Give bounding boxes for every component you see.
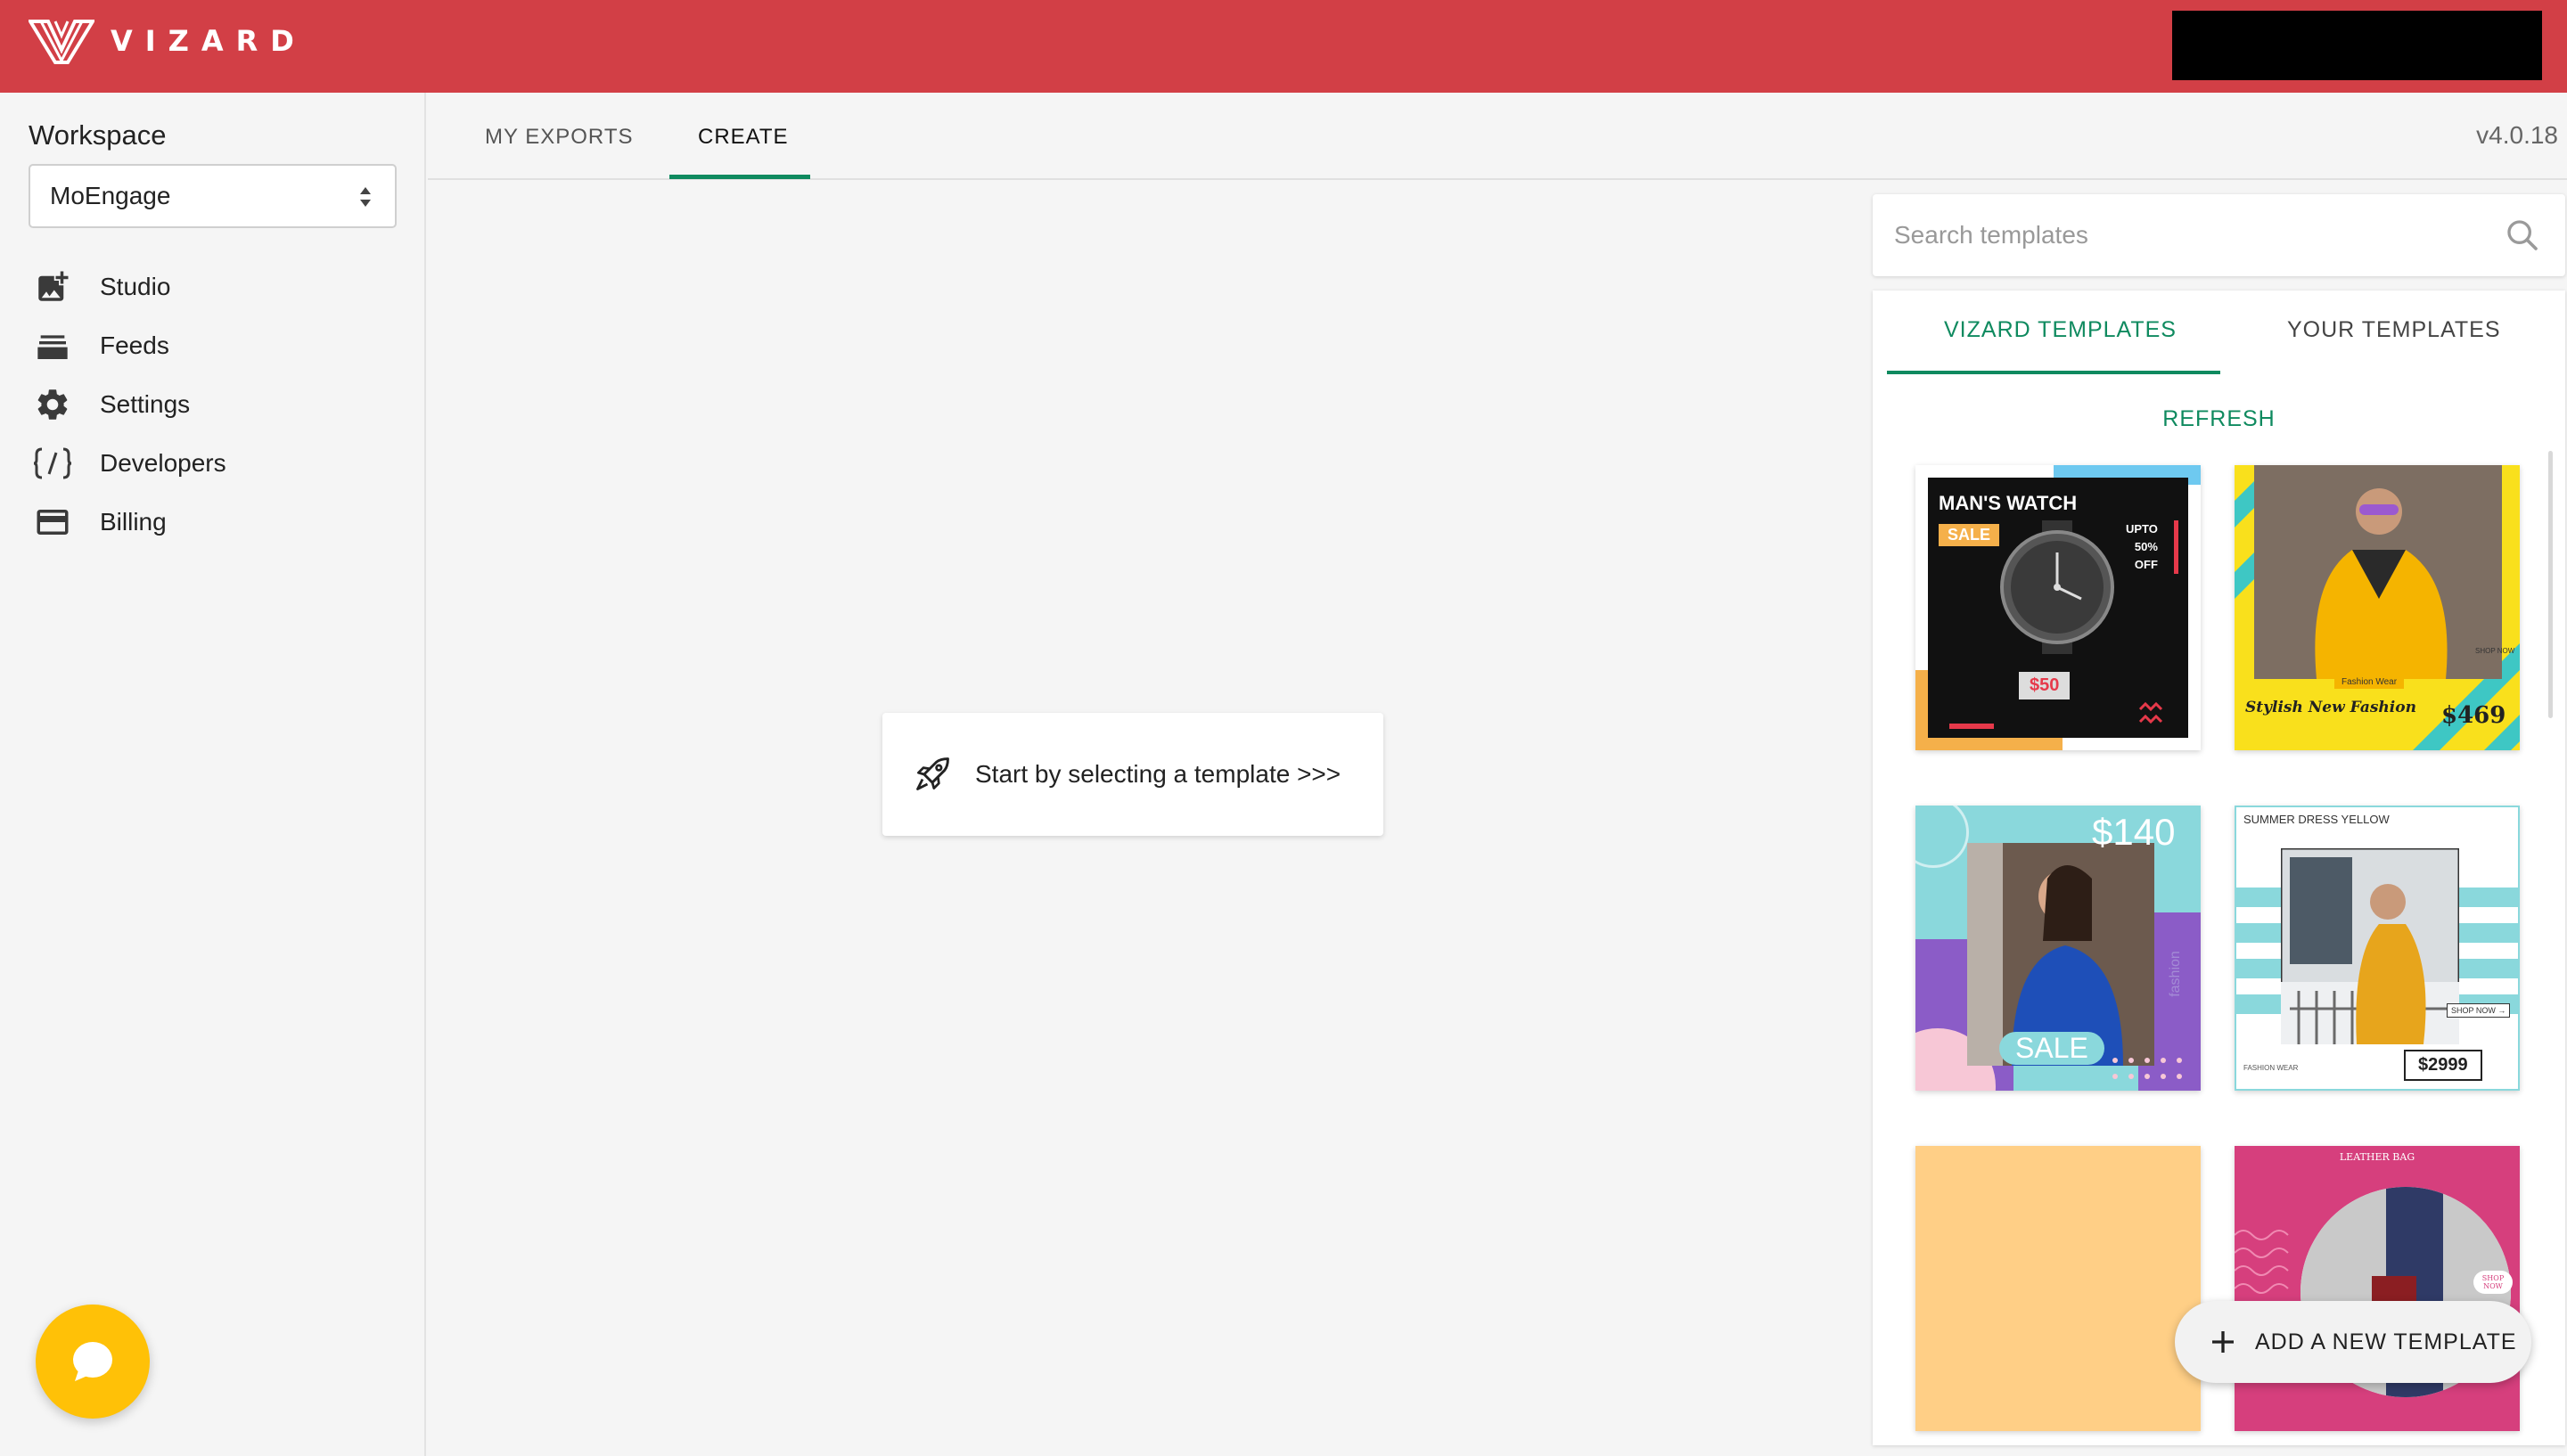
fashion-price: $469 [2441, 702, 2506, 729]
watch-pct: 50% [2134, 540, 2158, 553]
template-thumb-blank[interactable] [1915, 1146, 2201, 1431]
template-search [1873, 194, 2565, 276]
template-thumb-bag[interactable]: LEATHER BAG SHOP NOW [2235, 1146, 2520, 1431]
start-prompt-text: Start by selecting a template >>> [975, 760, 1341, 788]
watch-illustration [2000, 520, 2114, 654]
tab-my-exports[interactable]: MY EXPORTS [485, 125, 634, 150]
template-thumb-dress[interactable]: SUMMER DRESS YELLOW SHOP NOW → FASHION W… [2235, 806, 2520, 1091]
active-template-tab-indicator [1887, 371, 2220, 374]
vizard-logo[interactable]: VIZARD [29, 16, 307, 66]
sidebar-item-developers[interactable]: Developers [32, 442, 226, 485]
rocket-icon [916, 757, 949, 790]
workspace-select[interactable]: MoEngage [29, 164, 397, 228]
tab-create[interactable]: CREATE [698, 125, 789, 150]
template-thumb-sale[interactable]: $140 SALE fashion [1915, 806, 2201, 1091]
main-tabs: MY EXPORTS CREATE v4.0.18 [428, 93, 2567, 180]
search-input[interactable] [1894, 214, 2482, 257]
plus-icon [2212, 1331, 2234, 1353]
scrollbar[interactable] [2548, 451, 2553, 718]
sidebar-item-label: Studio [100, 273, 171, 300]
sale-badge: SALE [1999, 1032, 2104, 1065]
sidebar: Workspace MoEngage Studio Feeds Settings [0, 93, 426, 1456]
template-thumb-fashion[interactable]: Fashion Wear SHOP NOW Stylish New Fashio… [2235, 465, 2520, 750]
bag-title: LEATHER BAG [2339, 1151, 2415, 1163]
card-icon [32, 502, 73, 543]
add-new-template-label: ADD A NEW TEMPLATE [2255, 1329, 2517, 1354]
watch-price: $50 [2019, 672, 2071, 699]
template-thumb-watch[interactable]: MAN'S WATCH SALE UPTO 50% OFF $50 [1915, 465, 2201, 750]
add-photo-icon [32, 266, 73, 307]
model-photo [2281, 848, 2459, 1044]
account-area[interactable] [2172, 11, 2542, 80]
dots-decor [2112, 1058, 2182, 1079]
sidebar-item-label: Settings [100, 390, 191, 418]
sidebar-item-label: Billing [100, 508, 167, 536]
fashion-shop: SHOP NOW [2475, 647, 2515, 655]
search-icon[interactable] [2505, 217, 2540, 253]
start-prompt-card: Start by selecting a template >>> [882, 713, 1383, 836]
sale-side-text: fashion [2167, 951, 2183, 997]
zigzag-decor [2138, 701, 2163, 724]
dress-wear: FASHION WEAR [2243, 1064, 2299, 1072]
watch-upto: UPTO [2126, 522, 2158, 536]
fashion-title: Stylish New Fashion [2245, 699, 2416, 716]
sale-price: $140 [2092, 811, 2176, 853]
version-label: v4.0.18 [2476, 121, 2558, 149]
watch-title: MAN'S WATCH [1939, 492, 2078, 514]
vizard-logo-mark [29, 20, 94, 64]
chat-bubble-icon [73, 1342, 112, 1381]
stack-icon [32, 325, 73, 366]
workspace-label: Workspace [29, 119, 167, 151]
refresh-button[interactable]: REFRESH [1873, 406, 2565, 432]
dress-title: SUMMER DRESS YELLOW [2243, 813, 2390, 826]
workspace-value: MoEngage [50, 182, 171, 209]
sidebar-item-studio[interactable]: Studio [32, 266, 170, 308]
tab-vizard-templates[interactable]: VIZARD TEMPLATES [1944, 317, 2177, 343]
sidebar-item-label: Feeds [100, 331, 169, 359]
brand-name: VIZARD [111, 24, 307, 58]
chat-button[interactable] [36, 1305, 150, 1419]
active-tab-indicator [669, 175, 810, 179]
select-arrows-icon [360, 187, 371, 207]
app-header: VIZARD [0, 0, 2567, 93]
dress-price: $2999 [2404, 1050, 2482, 1081]
gear-icon [32, 384, 73, 425]
fashion-tag: Fashion Wear [2334, 675, 2405, 689]
add-new-template-button[interactable]: ADD A NEW TEMPLATE [2175, 1301, 2531, 1383]
dress-shop: SHOP NOW → [2447, 1003, 2511, 1018]
model-photo [2254, 465, 2502, 679]
watch-off: OFF [2134, 558, 2158, 571]
code-icon [32, 443, 73, 484]
templates-panel: VIZARD TEMPLATES YOUR TEMPLATES REFRESH … [1873, 290, 2565, 1445]
tab-your-templates[interactable]: YOUR TEMPLATES [2287, 317, 2501, 343]
sidebar-item-billing[interactable]: Billing [32, 501, 167, 544]
sidebar-item-label: Developers [100, 449, 226, 477]
bag-shop: SHOP NOW [2473, 1271, 2513, 1294]
sidebar-item-feeds[interactable]: Feeds [32, 324, 169, 367]
sidebar-item-settings[interactable]: Settings [32, 383, 190, 426]
